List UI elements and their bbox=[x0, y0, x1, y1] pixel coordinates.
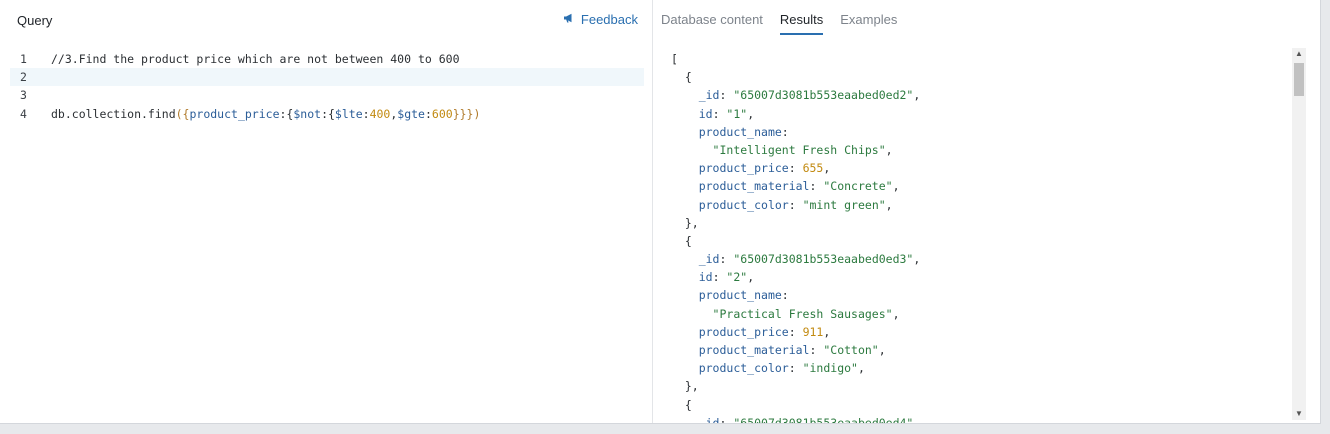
code-operator: $lte bbox=[334, 106, 363, 121]
results-line: _id: "65007d3081b553eaabed0ed2", bbox=[698, 88, 921, 103]
results-line: { bbox=[671, 397, 692, 412]
code-paren: }}}) bbox=[452, 106, 481, 121]
results-line: product_name: bbox=[698, 124, 789, 139]
results-output: [ { _id: "65007d3081b553eaabed0ed2", id:… bbox=[671, 50, 1293, 423]
result-key: _id bbox=[698, 415, 720, 423]
results-line: "Practical Fresh Sausages", bbox=[712, 306, 900, 321]
results-line: _id: "65007d3081b553eaabed0ed3", bbox=[698, 252, 921, 267]
result-key: product_material bbox=[698, 343, 810, 357]
results-line: { bbox=[671, 70, 692, 85]
result-key: product_price bbox=[698, 324, 789, 339]
query-editor[interactable]: 1 //3.Find the product price which are n… bbox=[0, 50, 652, 123]
result-key: product_material bbox=[698, 179, 810, 194]
tab-examples[interactable]: Examples bbox=[840, 12, 897, 35]
code-punct: : bbox=[362, 106, 370, 121]
result-value: "2" bbox=[726, 270, 748, 285]
result-key: _id bbox=[698, 88, 720, 103]
results-line: }, bbox=[671, 215, 699, 230]
result-value: 911 bbox=[802, 324, 824, 339]
result-key: id bbox=[698, 270, 713, 285]
results-line: _id: "65007d3081b553eaabed0ed4", bbox=[671, 414, 1293, 423]
result-value: "Intelligent Fresh Chips" bbox=[712, 142, 886, 157]
editor-line: 1 //3.Find the product price which are n… bbox=[0, 50, 652, 68]
code-punct: :{ bbox=[321, 106, 335, 121]
code-paren: ({ bbox=[175, 106, 190, 121]
results-line: }, bbox=[671, 379, 699, 394]
code-punct: :{ bbox=[279, 106, 294, 121]
line-number: 4 bbox=[20, 106, 27, 121]
results-line: id: "2", bbox=[698, 270, 755, 285]
scroll-down-arrow-icon[interactable]: ▼ bbox=[1292, 408, 1306, 420]
results-line: id: "1", bbox=[698, 106, 755, 121]
code-punct: : bbox=[424, 106, 432, 121]
code-call: db.collection.find bbox=[51, 106, 176, 121]
result-key: product_price bbox=[698, 161, 789, 176]
result-value: "65007d3081b553eaabed0ed4" bbox=[733, 415, 914, 423]
result-value: "65007d3081b553eaabed0ed3" bbox=[733, 252, 914, 267]
editor-line: 3 bbox=[0, 86, 652, 104]
result-value: "mint green" bbox=[802, 197, 886, 212]
result-key: product_color bbox=[698, 197, 789, 212]
result-key: id bbox=[698, 106, 713, 121]
code-number: 400 bbox=[369, 106, 391, 121]
line-number: 2 bbox=[20, 70, 27, 85]
result-value: "1" bbox=[726, 106, 748, 121]
query-panel-title: Query bbox=[17, 13, 53, 28]
query-code: db.collection.find({product_price:{$not:… bbox=[51, 105, 480, 123]
scrollbar-thumb[interactable] bbox=[1294, 63, 1304, 96]
results-line: product_price: 655, bbox=[698, 161, 831, 176]
code-number: 600 bbox=[431, 106, 453, 121]
results-scrollbar[interactable]: ▲ ▼ bbox=[1292, 48, 1306, 420]
result-key: product_color bbox=[698, 361, 789, 376]
code-operator: $gte bbox=[397, 106, 425, 121]
results-line: product_material: "Cotton", bbox=[698, 343, 886, 357]
comment-text: //3.Find the product price which are not… bbox=[51, 52, 460, 66]
code-operator: $not bbox=[293, 106, 322, 121]
editor-line-active: 2 bbox=[10, 68, 644, 87]
results-line: [ bbox=[671, 50, 1293, 68]
result-value: "Practical Fresh Sausages" bbox=[712, 306, 893, 321]
line-number: 3 bbox=[20, 88, 27, 103]
results-line: product_color: "indigo", bbox=[698, 361, 865, 376]
result-value: "indigo" bbox=[802, 361, 858, 376]
open-bracket: [ bbox=[671, 52, 678, 66]
tab-database-content[interactable]: Database content bbox=[661, 12, 763, 35]
results-line: product_price: 911, bbox=[698, 324, 831, 339]
results-line: product_material: "Concrete", bbox=[698, 179, 900, 194]
result-value: "Concrete" bbox=[823, 179, 893, 194]
result-value: "65007d3081b553eaabed0ed2" bbox=[733, 88, 914, 103]
result-value: "Cotton" bbox=[823, 343, 879, 357]
scroll-up-arrow-icon[interactable]: ▲ bbox=[1292, 48, 1306, 60]
result-key: _id bbox=[698, 252, 720, 267]
app-frame: Query Feedback 1 //3.Find the product pr… bbox=[0, 0, 1321, 424]
results-line: product_color: "mint green", bbox=[698, 197, 893, 212]
editor-line: 4 db.collection.find({product_price:{$no… bbox=[0, 105, 652, 123]
feedback-label: Feedback bbox=[580, 12, 638, 27]
results-line: product_name: bbox=[698, 288, 789, 303]
feedback-link[interactable]: Feedback bbox=[563, 12, 638, 27]
result-key: product_name bbox=[698, 288, 782, 303]
code-field: product_price bbox=[189, 106, 280, 121]
results-line: { bbox=[671, 233, 692, 248]
result-key: product_name bbox=[698, 124, 782, 139]
results-panel: Database content Results Examples [ { _i… bbox=[653, 0, 1320, 423]
tab-results[interactable]: Results bbox=[779, 12, 824, 35]
tab-bar: Database content Results Examples bbox=[661, 12, 897, 35]
results-line: "Intelligent Fresh Chips", bbox=[712, 142, 893, 157]
megaphone-icon bbox=[563, 12, 575, 27]
result-value: 655 bbox=[802, 161, 824, 176]
query-panel: Query Feedback 1 //3.Find the product pr… bbox=[0, 0, 653, 423]
line-number: 1 bbox=[20, 52, 27, 66]
